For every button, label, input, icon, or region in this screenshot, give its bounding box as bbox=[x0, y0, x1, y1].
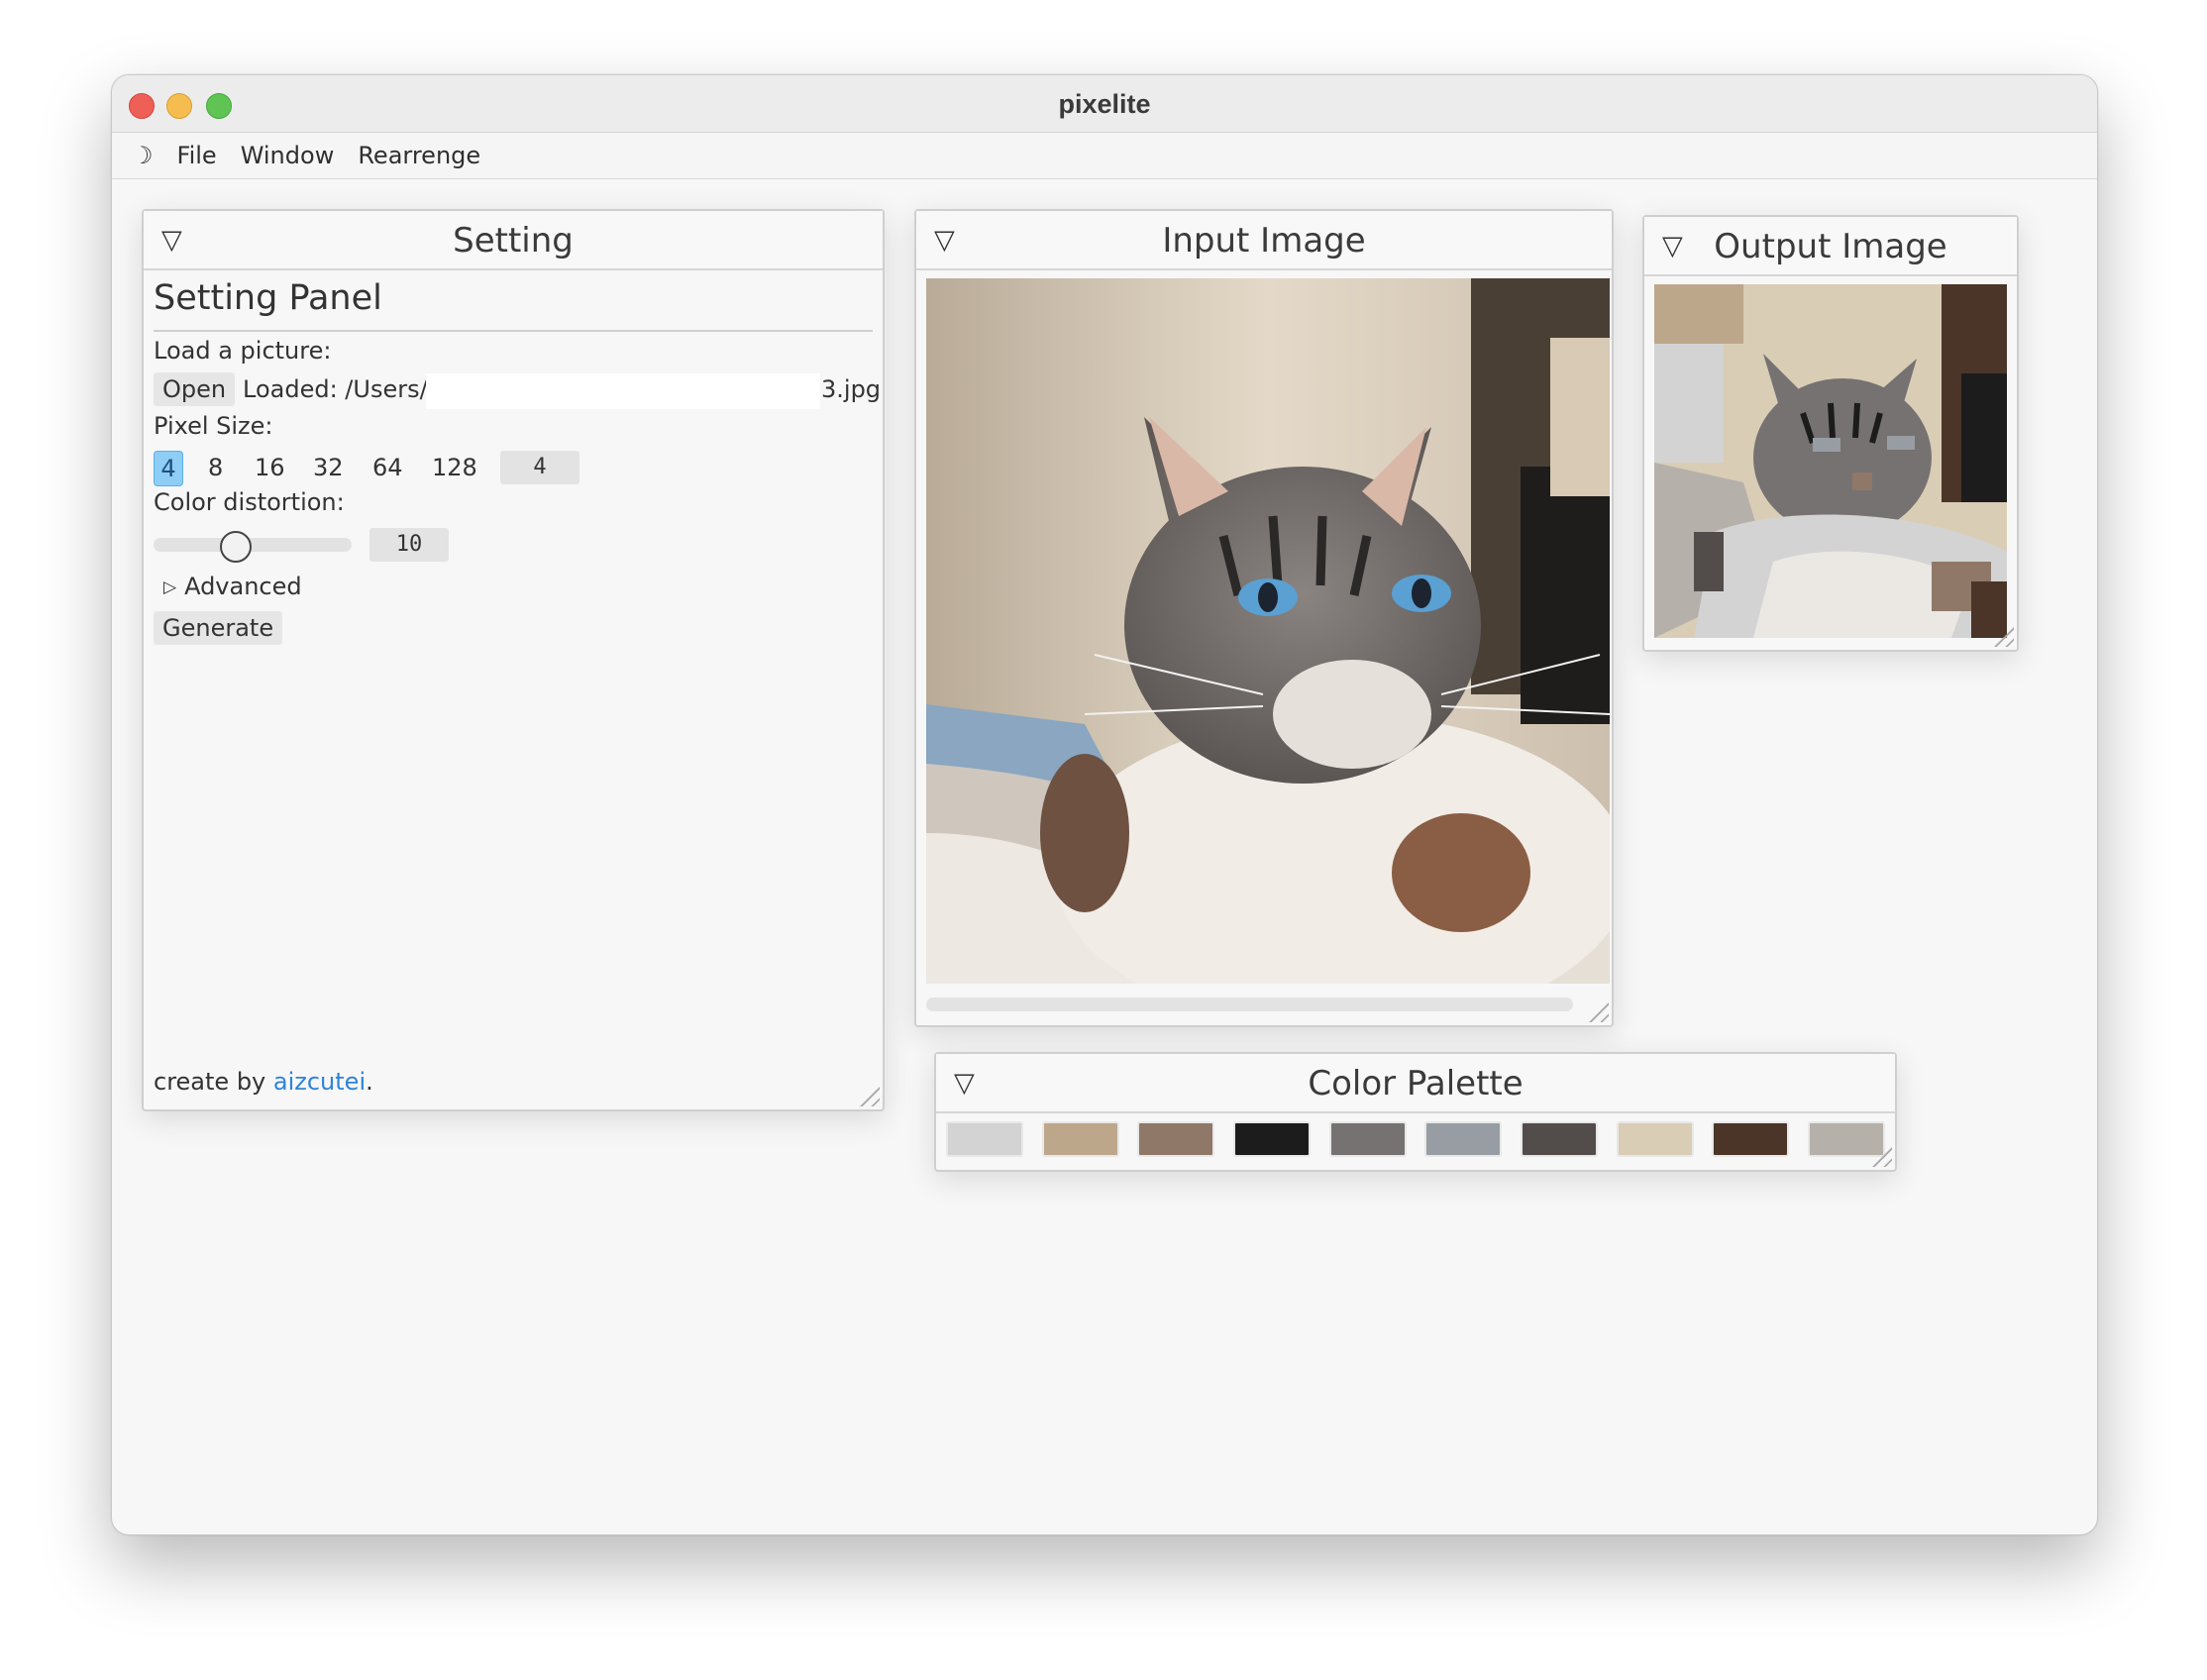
palette-swatch-8[interactable] bbox=[1616, 1121, 1694, 1157]
input-image-header[interactable]: ▽ Input Image bbox=[916, 211, 1612, 270]
author-link[interactable]: aizcutei bbox=[273, 1068, 366, 1096]
palette-swatches bbox=[946, 1121, 1885, 1157]
palette-swatch-5[interactable] bbox=[1328, 1121, 1407, 1157]
redacted-path bbox=[426, 373, 820, 409]
menu-window[interactable]: Window bbox=[241, 142, 335, 169]
setting-panel-title: Setting Panel bbox=[154, 278, 382, 318]
color-palette-header[interactable]: ▽ Color Palette bbox=[936, 1054, 1895, 1113]
pixel-size-option-8[interactable]: 8 bbox=[208, 454, 223, 481]
advanced-label: Advanced bbox=[184, 573, 302, 600]
pixel-size-option-64[interactable]: 64 bbox=[372, 454, 403, 481]
theme-toggle-moon-icon[interactable]: ☽ bbox=[132, 142, 154, 169]
color-distortion-input[interactable]: 10 bbox=[369, 528, 449, 562]
expand-triangle-icon: ▷ bbox=[163, 578, 177, 597]
pixel-size-option-16[interactable]: 16 bbox=[255, 454, 285, 481]
color-distortion-label: Color distortion: bbox=[154, 488, 345, 516]
palette-swatch-7[interactable] bbox=[1520, 1121, 1598, 1157]
app-window: pixelite ☽ File Window Rearrenge ▽ Setti… bbox=[111, 74, 2098, 1535]
loaded-path-suffix: 3.jpg bbox=[821, 375, 882, 403]
input-cat-image bbox=[926, 278, 1610, 984]
palette-swatch-10[interactable] bbox=[1807, 1121, 1885, 1157]
output-image-header[interactable]: ▽ Output Image bbox=[1644, 217, 2017, 276]
open-button[interactable]: Open bbox=[154, 372, 236, 406]
horizontal-scrollbar[interactable] bbox=[926, 998, 1573, 1011]
load-picture-label: Load a picture: bbox=[154, 337, 332, 365]
palette-swatch-3[interactable] bbox=[1137, 1121, 1215, 1157]
resize-handle[interactable] bbox=[860, 1087, 880, 1106]
menu-bar: ☽ File Window Rearrenge bbox=[112, 133, 2097, 179]
credit-prefix: create by bbox=[154, 1068, 273, 1096]
palette-swatch-2[interactable] bbox=[1041, 1121, 1119, 1157]
setting-panel-header[interactable]: ▽ Setting bbox=[144, 211, 883, 270]
pixel-size-option-128[interactable]: 128 bbox=[432, 454, 477, 481]
setting-panel-header-title: Setting bbox=[453, 221, 574, 261]
setting-panel: ▽ Setting Setting Panel Load a picture: … bbox=[142, 209, 885, 1111]
pixel-size-option-4[interactable]: 4 bbox=[154, 451, 183, 486]
menu-rearrange[interactable]: Rearrenge bbox=[358, 142, 480, 169]
menu-file[interactable]: File bbox=[177, 142, 217, 169]
resize-handle[interactable] bbox=[1589, 1002, 1609, 1022]
pixel-size-label: Pixel Size: bbox=[154, 412, 273, 440]
palette-swatch-9[interactable] bbox=[1712, 1121, 1790, 1157]
loaded-path-prefix: Loaded: /Users/: bbox=[243, 375, 436, 403]
credit-suffix: . bbox=[366, 1068, 373, 1096]
input-image-header-title: Input Image bbox=[1162, 221, 1366, 261]
advanced-toggle[interactable]: ▷ Advanced bbox=[163, 573, 302, 600]
pixel-size-option-32[interactable]: 32 bbox=[313, 454, 344, 481]
color-distortion-slider[interactable] bbox=[154, 538, 352, 552]
output-image-panel: ▽ Output Image bbox=[1642, 215, 2019, 652]
title-bar: pixelite bbox=[112, 75, 2097, 133]
divider bbox=[154, 330, 873, 332]
palette-swatch-1[interactable] bbox=[946, 1121, 1023, 1157]
color-distortion-slider-knob[interactable] bbox=[220, 531, 252, 563]
pixel-size-input[interactable]: 4 bbox=[500, 451, 579, 484]
color-palette-header-title: Color Palette bbox=[1308, 1064, 1524, 1103]
credit-text: create by aizcutei. bbox=[154, 1068, 373, 1096]
input-image-panel: ▽ Input Image bbox=[914, 209, 1614, 1027]
palette-swatch-4[interactable] bbox=[1232, 1121, 1311, 1157]
output-image-header-title: Output Image bbox=[1714, 227, 1947, 266]
generate-button[interactable]: Generate bbox=[154, 611, 283, 645]
output-pixelated-image bbox=[1654, 284, 2007, 638]
color-palette-panel: ▽ Color Palette bbox=[934, 1052, 1897, 1172]
window-title: pixelite bbox=[1058, 89, 1151, 119]
palette-swatch-6[interactable] bbox=[1424, 1121, 1503, 1157]
